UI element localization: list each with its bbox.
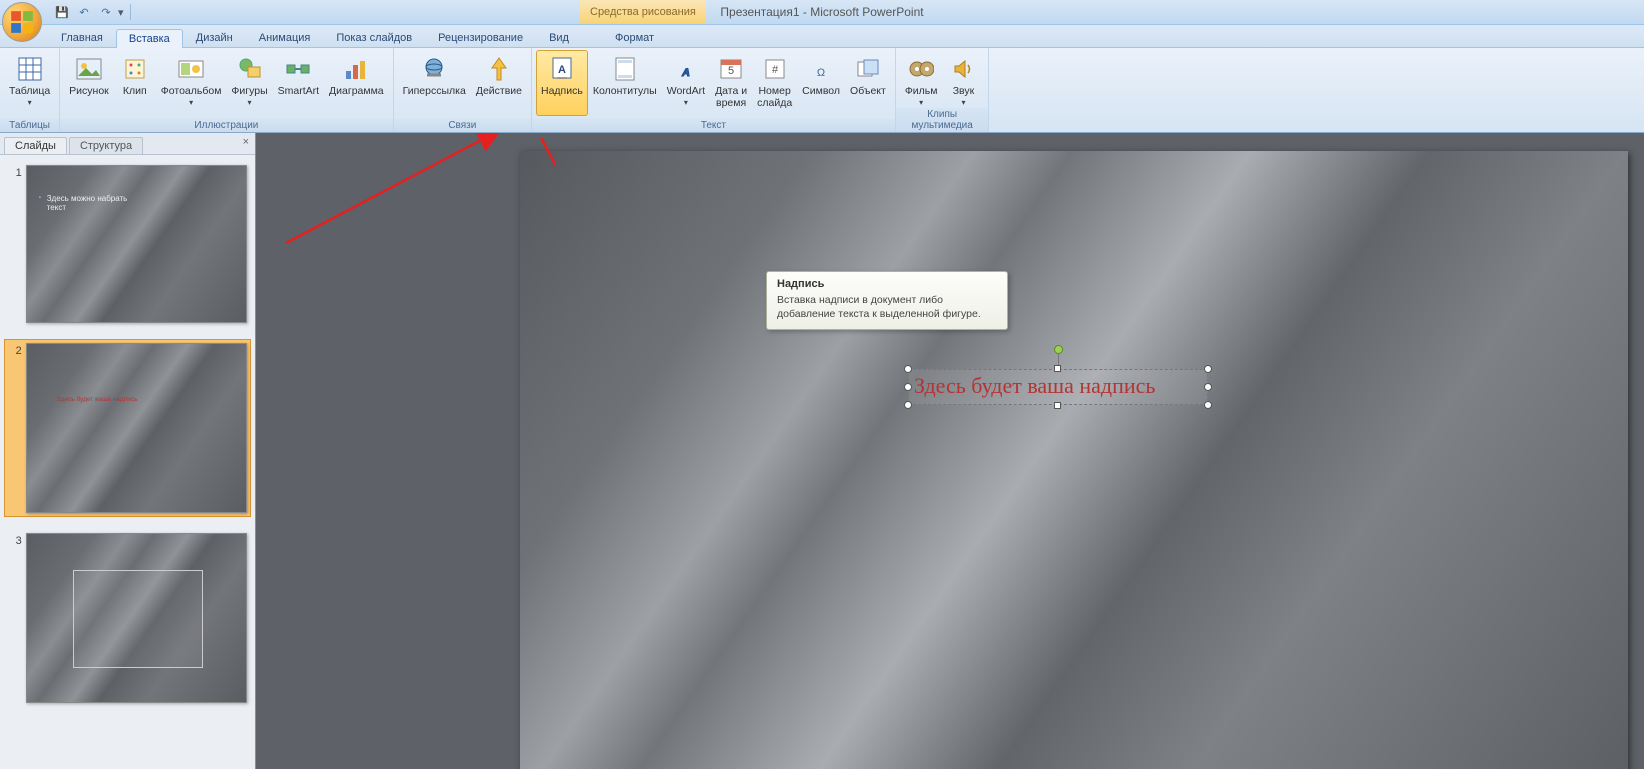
picture-icon	[73, 53, 105, 85]
textbox-button[interactable]: AНадпись	[536, 50, 588, 116]
ribbon: Таблица ▾ Таблицы Рисунок Клип Фотоальбо…	[0, 48, 1644, 133]
canvas[interactable]: Здесь будет ваша надпись Надпись Вставка…	[256, 133, 1644, 769]
tab-insert[interactable]: Вставка	[116, 29, 183, 48]
resize-handle-tm[interactable]	[1054, 365, 1061, 372]
table-icon	[14, 53, 46, 85]
svg-text:#: #	[772, 64, 779, 76]
datetime-icon: 5	[715, 53, 747, 85]
contextual-tab-title: Средства рисования	[580, 0, 706, 24]
clip-button[interactable]: Клип	[114, 50, 156, 116]
headerfooter-icon	[609, 53, 641, 85]
slidenum-button[interactable]: #Номер слайда	[752, 50, 797, 116]
svg-text:A: A	[681, 67, 690, 79]
ribbon-tabs: Главная Вставка Дизайн Анимация Показ сл…	[0, 25, 1644, 48]
tab-home[interactable]: Главная	[48, 28, 116, 47]
resize-handle-bm[interactable]	[1054, 402, 1061, 409]
tooltip: Надпись Вставка надписи в документ либо …	[766, 271, 1008, 330]
hyperlink-icon	[418, 53, 450, 85]
shapes-button[interactable]: Фигуры▾	[226, 50, 272, 116]
headerfooter-button[interactable]: Колонтитулы	[588, 50, 662, 116]
tab-slides[interactable]: Слайды	[4, 137, 67, 154]
title-bar: 💾 ↶ ↷ ▾ Средства рисования Презентация1 …	[0, 0, 1644, 25]
object-button[interactable]: Объект	[845, 50, 891, 116]
movie-icon	[905, 53, 937, 85]
slide-thumbnails: 1 Здесь можно набрать текст 2 Здесь буде…	[0, 155, 255, 769]
annotation-arrows	[256, 133, 556, 283]
sound-icon	[947, 53, 979, 85]
svg-text:Ω: Ω	[817, 67, 825, 79]
thumbnail-2[interactable]: 2 Здесь будет ваша надпись	[4, 339, 251, 517]
tab-review[interactable]: Рецензирование	[425, 28, 536, 47]
undo-icon[interactable]: ↶	[74, 2, 94, 22]
tab-outline[interactable]: Структура	[69, 137, 143, 154]
tooltip-title: Надпись	[777, 278, 997, 290]
group-links: Гиперссылка Действие Связи	[394, 48, 532, 132]
hyperlink-button[interactable]: Гиперссылка	[398, 50, 471, 116]
chart-button[interactable]: Диаграмма	[324, 50, 389, 116]
sound-button[interactable]: Звук▾	[942, 50, 984, 116]
qat-dropdown-icon[interactable]: ▾	[118, 6, 128, 19]
slide[interactable]: Здесь будет ваша надпись	[520, 151, 1628, 769]
group-illustrations: Рисунок Клип Фотоальбом▾ Фигуры▾ SmartAr…	[60, 48, 393, 132]
wordart-icon: A	[670, 53, 702, 85]
thumbnail-3[interactable]: 3	[4, 529, 251, 707]
table-button[interactable]: Таблица ▾	[4, 50, 55, 116]
resize-handle-mr[interactable]	[1204, 383, 1212, 391]
datetime-button[interactable]: 5Дата и время	[710, 50, 752, 116]
office-button[interactable]	[2, 2, 42, 42]
quick-access-toolbar: 💾 ↶ ↷ ▾	[48, 0, 135, 24]
slide-panel-tabs: Слайды Структура ×	[0, 133, 255, 155]
object-icon	[852, 53, 884, 85]
photoalbum-icon	[175, 53, 207, 85]
resize-handle-tr[interactable]	[1204, 365, 1212, 373]
redo-icon[interactable]: ↷	[96, 2, 116, 22]
symbol-icon: Ω	[805, 53, 837, 85]
symbol-button[interactable]: ΩСимвол	[797, 50, 845, 116]
window-title: Презентация1 - Microsoft PowerPoint	[720, 5, 923, 19]
wordart-button[interactable]: AWordArt▾	[662, 50, 710, 116]
textbox-selection[interactable]: Здесь будет ваша надпись	[908, 369, 1208, 405]
resize-handle-br[interactable]	[1204, 401, 1212, 409]
chart-icon	[340, 53, 372, 85]
save-icon[interactable]: 💾	[52, 2, 72, 22]
smartart-button[interactable]: SmartArt	[273, 50, 324, 116]
photoalbum-button[interactable]: Фотоальбом▾	[156, 50, 227, 116]
group-tables: Таблица ▾ Таблицы	[0, 48, 60, 132]
tab-slideshow[interactable]: Показ слайдов	[323, 28, 425, 47]
slide-panel: Слайды Структура × 1 Здесь можно набрать…	[0, 133, 256, 769]
rotate-handle[interactable]	[1054, 345, 1063, 354]
smartart-icon	[282, 53, 314, 85]
tab-view[interactable]: Вид	[536, 28, 582, 47]
main-area: Слайды Структура × 1 Здесь можно набрать…	[0, 133, 1644, 769]
shapes-icon	[234, 53, 266, 85]
tab-design[interactable]: Дизайн	[183, 28, 246, 47]
textbox-icon: A	[546, 53, 578, 85]
resize-handle-tl[interactable]	[904, 365, 912, 373]
group-text: AНадпись Колонтитулы AWordArt▾ 5Дата и в…	[532, 48, 896, 132]
resize-handle-ml[interactable]	[904, 383, 912, 391]
tooltip-body: Вставка надписи в документ либо добавлен…	[777, 294, 997, 321]
picture-button[interactable]: Рисунок	[64, 50, 114, 116]
action-icon	[483, 53, 515, 85]
textbox-content[interactable]: Здесь будет ваша надпись	[914, 373, 1155, 399]
tab-animation[interactable]: Анимация	[246, 28, 324, 47]
movie-button[interactable]: Фильм▾	[900, 50, 943, 116]
resize-handle-bl[interactable]	[904, 401, 912, 409]
tab-format[interactable]: Формат	[602, 28, 667, 47]
thumbnail-1[interactable]: 1 Здесь можно набрать текст	[4, 161, 251, 327]
action-button[interactable]: Действие	[471, 50, 527, 116]
svg-text:A: A	[558, 64, 566, 76]
close-panel-icon[interactable]: ×	[243, 136, 249, 148]
clip-icon	[119, 53, 151, 85]
svg-text:5: 5	[728, 65, 734, 77]
slidenum-icon: #	[759, 53, 791, 85]
group-media: Фильм▾ Звук▾ Клипы мультимедиа	[896, 48, 990, 132]
